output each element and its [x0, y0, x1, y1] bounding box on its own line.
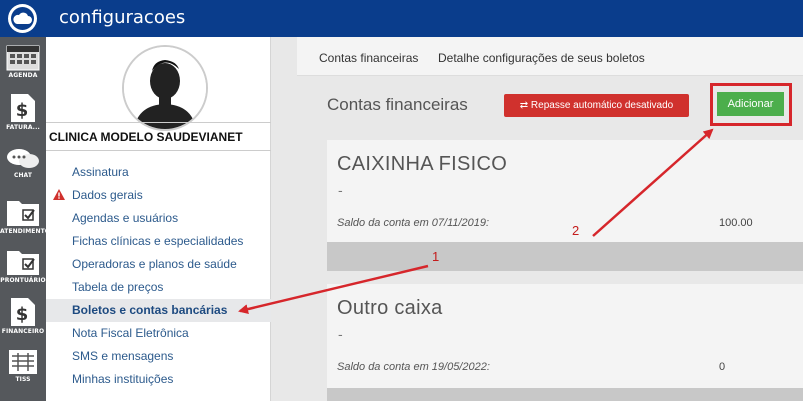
- module-atendimento[interactable]: ATENDIMENTO: [0, 197, 50, 235]
- calendar-icon: [6, 45, 40, 71]
- add-account-button[interactable]: Adicionar: [717, 92, 784, 116]
- menu-item-sms[interactable]: SMS e mensagens: [46, 345, 271, 368]
- menu-item-label: Fichas clínicas e especialidades: [72, 234, 244, 248]
- svg-text:$: $: [16, 304, 29, 325]
- menu-item-label: Operadoras e planos de saúde: [72, 257, 237, 271]
- tiss-icon: [9, 350, 37, 374]
- account-description: -: [338, 184, 343, 199]
- breadcrumb: Contas financeiras Detalhe configurações…: [297, 37, 803, 76]
- menu-item-label: SMS e mensagens: [72, 349, 174, 363]
- account-balance-label: Saldo da conta em 19/05/2022:: [337, 361, 490, 373]
- account-description: -: [338, 328, 343, 343]
- dollar-doc-icon: $: [11, 94, 35, 122]
- settings-menu: Assinatura Dados gerais Agendas e usuári…: [46, 161, 271, 391]
- menu-item-label: Agendas e usuários: [72, 211, 179, 225]
- module-label: FATURA...: [6, 124, 40, 131]
- warning-icon: [53, 189, 65, 200]
- menu-item-dados-gerais[interactable]: Dados gerais: [46, 184, 271, 207]
- annotation-label-2: 2: [572, 223, 580, 238]
- account-name: CAIXINHA FISICO: [337, 153, 508, 175]
- account-card[interactable]: Outro caixa - Saldo da conta em 19/05/20…: [327, 284, 803, 401]
- annotation-label-1: 1: [432, 249, 440, 264]
- account-card[interactable]: CAIXINHA FISICO - Saldo da conta em 07/1…: [327, 140, 803, 271]
- module-label: TISS: [15, 376, 31, 383]
- user-silhouette-icon: [124, 47, 206, 129]
- folder-check-icon: [7, 201, 39, 226]
- repasse-automatico-button[interactable]: ⇄ Repasse automático desativado: [504, 94, 689, 117]
- avatar[interactable]: [122, 45, 208, 131]
- menu-item-agendas-usuarios[interactable]: Agendas e usuários: [46, 207, 271, 230]
- tab-contas-financeiras[interactable]: Contas financeiras: [319, 51, 418, 65]
- module-label: CHAT: [13, 172, 33, 179]
- dollar-doc-icon: $: [11, 298, 35, 326]
- account-balance-value: 100.00: [719, 217, 753, 229]
- folder-check-icon: [7, 251, 39, 275]
- menu-item-instituicoes[interactable]: Minhas instituições: [46, 368, 271, 391]
- module-label: FINANCEIRO: [1, 328, 45, 335]
- account-name: Outro caixa: [337, 297, 443, 319]
- menu-item-operadoras[interactable]: Operadoras e planos de saúde: [46, 253, 271, 276]
- account-card-footer: [327, 242, 803, 271]
- module-faturamento[interactable]: $ FATURA...: [0, 93, 46, 131]
- menu-item-label: Nota Fiscal Eletrônica: [72, 326, 189, 340]
- highlight-box: Adicionar: [710, 83, 792, 126]
- clinic-name: CLINICA MODELO SAUDEVIANET: [46, 122, 271, 151]
- menu-item-label: Boletos e contas bancárias: [72, 303, 228, 317]
- account-card-footer: [327, 388, 803, 401]
- module-chat[interactable]: CHAT: [0, 147, 46, 179]
- cloud-logo-icon[interactable]: [8, 4, 37, 33]
- menu-item-fichas-clinicas[interactable]: Fichas clínicas e especialidades: [46, 230, 271, 253]
- menu-item-assinatura[interactable]: Assinatura: [46, 161, 271, 184]
- svg-text:$: $: [16, 100, 29, 121]
- module-financeiro[interactable]: $ FINANCEIRO: [0, 297, 46, 335]
- page-title: configuracoes: [59, 7, 186, 28]
- settings-panel: CLINICA MODELO SAUDEVIANET Assinatura Da…: [46, 37, 271, 401]
- account-balance-value: 0: [719, 361, 726, 373]
- menu-item-label: Minhas instituições: [72, 372, 174, 386]
- module-agenda[interactable]: AGENDA: [0, 45, 46, 79]
- menu-item-label: Assinatura: [72, 165, 129, 179]
- account-balance-label: Saldo da conta em 07/11/2019:: [337, 217, 490, 229]
- module-label: AGENDA: [8, 72, 38, 79]
- menu-item-boletos-contas[interactable]: Boletos e contas bancárias: [46, 299, 271, 322]
- module-prontuario[interactable]: PRONTUÁRIO: [0, 248, 46, 284]
- menu-item-label: Tabela de preços: [72, 280, 164, 294]
- module-label: PRONTUÁRIO: [0, 277, 46, 284]
- section-heading: Contas financeiras: [327, 95, 468, 114]
- main-content: Contas financeiras Detalhe configurações…: [271, 37, 803, 401]
- menu-item-tabela-precos[interactable]: Tabela de preços: [46, 276, 271, 299]
- top-bar: configuracoes: [0, 0, 803, 37]
- module-label: ATENDIMENTO: [0, 228, 50, 235]
- tab-detalhe-boletos[interactable]: Detalhe configurações de seus boletos: [438, 51, 645, 65]
- module-tiss[interactable]: TISS: [0, 349, 46, 383]
- module-sidebar: AGENDA $ FATURA... CHAT ATENDIMENTO PRON…: [0, 37, 50, 401]
- menu-item-label: Dados gerais: [72, 188, 143, 202]
- menu-item-nota-fiscal[interactable]: Nota Fiscal Eletrônica: [46, 322, 271, 345]
- chat-icon: [7, 149, 39, 168]
